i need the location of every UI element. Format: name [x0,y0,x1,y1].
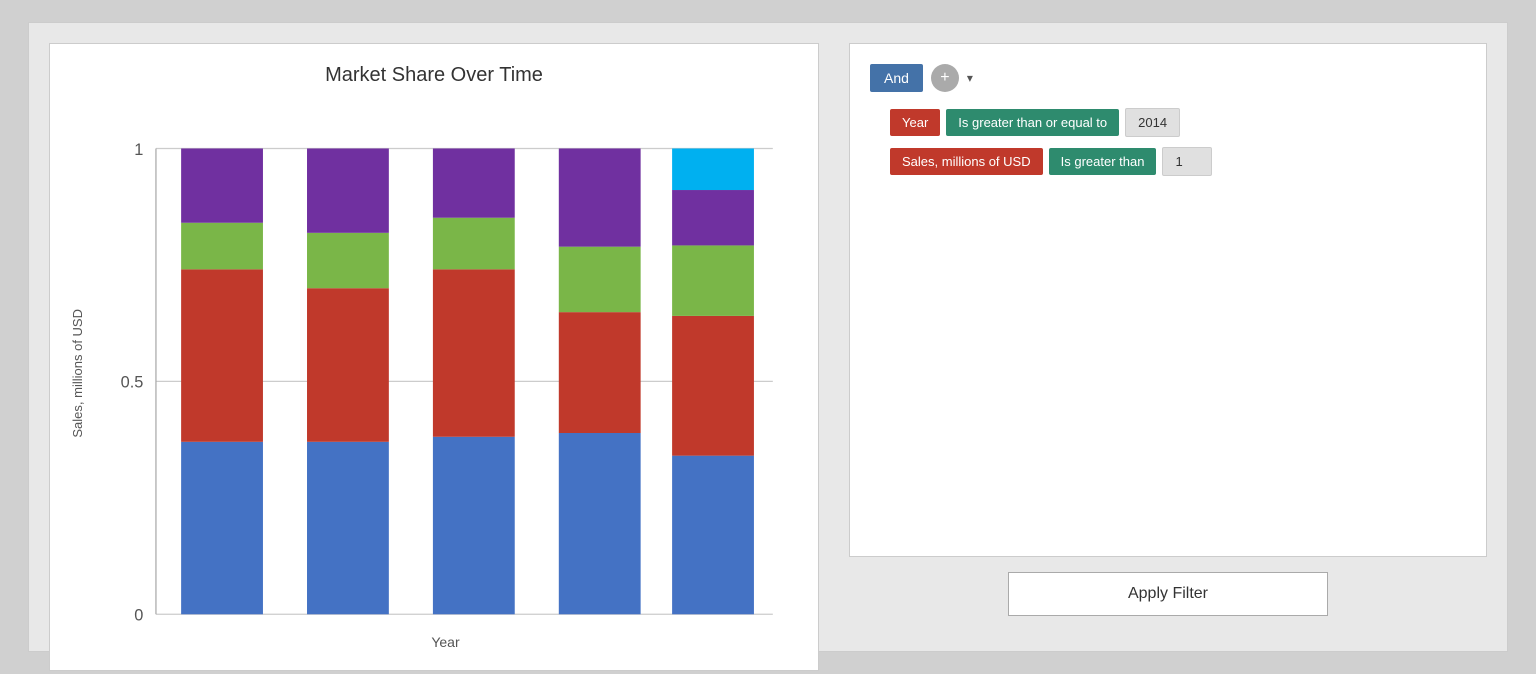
filter-row-year: Year Is greater than or equal to 2014 [890,108,1466,137]
operator-tag-year[interactable]: Is greater than or equal to [946,109,1119,136]
add-filter-button[interactable]: + [931,64,959,92]
svg-text:0: 0 [134,607,143,625]
apply-filter-button[interactable]: Apply Filter [1008,572,1328,616]
main-container: Market Share Over Time Sales, millions o… [28,22,1508,652]
filter-box: And + ▾ Year Is greater than or equal to… [849,43,1487,557]
dropdown-button[interactable]: ▾ [967,71,973,85]
field-tag-year[interactable]: Year [890,109,940,136]
plus-icon: + [940,69,949,87]
field-tag-sales[interactable]: Sales, millions of USD [890,148,1043,175]
operator-tag-sales[interactable]: Is greater than [1049,148,1157,175]
filter-row-sales: Sales, millions of USD Is greater than 1 [890,147,1466,176]
chart-content: 1 0.5 0 [93,97,798,650]
value-tag-year[interactable]: 2014 [1125,108,1180,137]
and-button[interactable]: And [870,64,923,92]
chart-area: Sales, millions of USD 1 0.5 0 [70,97,798,650]
value-tag-sales[interactable]: 1 [1162,147,1212,176]
y-axis-label: Sales, millions of USD [70,309,85,438]
svg-text:0.5: 0.5 [121,374,144,392]
filter-panel: And + ▾ Year Is greater than or equal to… [839,23,1507,651]
chart-panel: Market Share Over Time Sales, millions o… [49,43,819,671]
chart-title: Market Share Over Time [325,64,543,87]
bar-chart-svg: 1 0.5 0 [93,97,798,628]
x-axis-label: Year [93,634,798,650]
svg-text:1: 1 [134,141,143,159]
chart-svg-container: 1 0.5 0 [93,97,798,628]
filter-toolbar: And + ▾ [870,64,1466,92]
filter-bottom: Apply Filter [849,557,1487,631]
